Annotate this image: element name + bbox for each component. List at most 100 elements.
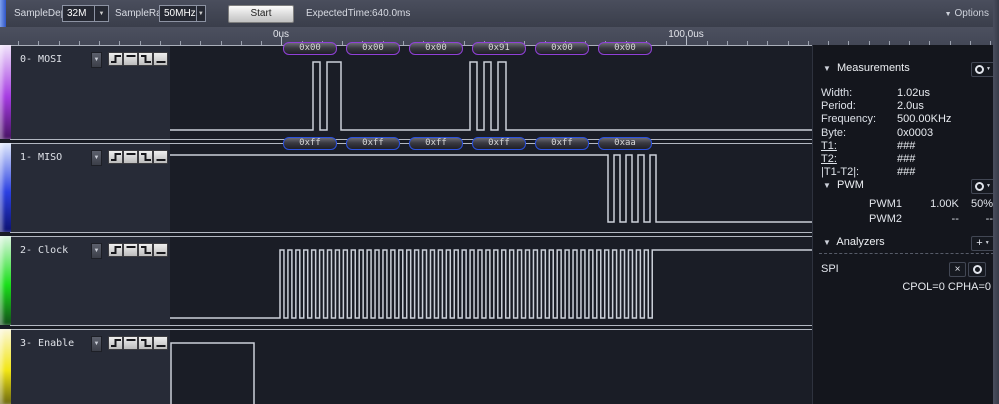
- miso-byte-annotation: 0xff: [535, 137, 589, 150]
- channel-label: 3- Enable: [20, 338, 75, 349]
- logic-analyzer-window: SampleDepth 32M ▼ SampleRate 50MHz ▼ Sta…: [0, 0, 999, 404]
- low-level-icon: [156, 345, 165, 347]
- high-level-icon: [126, 55, 135, 57]
- channel-options-button[interactable]: ▼: [91, 52, 102, 68]
- high-level-icon: [126, 246, 135, 248]
- measurements-rows: Width: 1.02us Period: 2.0us Frequency: 500.00…: [821, 86, 994, 179]
- high-level-icon: [126, 339, 135, 341]
- measurement-value: ###: [897, 166, 916, 179]
- trigger-high-level-button[interactable]: [123, 150, 138, 164]
- sample-depth-dropdown[interactable]: 32M ▼: [62, 5, 109, 22]
- trigger-falling-edge-button[interactable]: [138, 150, 153, 164]
- measurement-row: T1: ###: [821, 139, 994, 152]
- trigger-rising-edge-button[interactable]: [108, 52, 123, 66]
- start-button[interactable]: Start: [228, 5, 294, 23]
- trigger-low-level-button[interactable]: [153, 336, 168, 350]
- trigger-high-level-button[interactable]: [123, 52, 138, 66]
- falling-edge-icon: [140, 339, 151, 347]
- channel-separator: [10, 232, 812, 237]
- trigger-rising-edge-button[interactable]: [108, 336, 123, 350]
- trace-enable: [170, 342, 255, 404]
- close-icon: ×: [954, 264, 961, 275]
- spi-settings-button[interactable]: [968, 262, 986, 277]
- spi-analyzer-label: SPI: [821, 263, 839, 275]
- chevron-down-icon: ▼: [984, 240, 990, 246]
- trigger-falling-edge-button[interactable]: [138, 336, 153, 350]
- measurement-row: T2: ###: [821, 152, 994, 165]
- miso-byte-annotation: 0xff: [409, 137, 463, 150]
- measurement-value: 1.02us: [897, 86, 931, 99]
- spi-remove-button[interactable]: ×: [949, 262, 966, 277]
- channel-color-stripe: [0, 236, 11, 325]
- measurements-panel: ▼ Measurements ▼ Width: 1.02us Period: 2.0u…: [812, 45, 999, 404]
- options-button[interactable]: ▼ Options: [945, 8, 989, 19]
- trigger-low-level-button[interactable]: [153, 243, 168, 257]
- trigger-rising-edge-button[interactable]: [108, 150, 123, 164]
- trigger-high-level-button[interactable]: [123, 243, 138, 257]
- pwm-name: PWM2: [869, 212, 902, 225]
- pwm-frequency-value: --: [951, 212, 959, 225]
- measurement-value: 500.00KHz: [897, 113, 952, 126]
- gear-icon: [972, 265, 982, 274]
- window-accent-bar: [0, 0, 6, 27]
- channel-options-button[interactable]: ▼: [91, 243, 102, 259]
- rising-edge-icon: [110, 153, 121, 161]
- vertical-scrollbar[interactable]: [993, 0, 999, 404]
- measurement-row: Period: 2.0us: [821, 99, 994, 112]
- measurement-value: ###: [897, 139, 916, 152]
- pwm-row: PWM1 1.00K 50%: [821, 197, 993, 212]
- pwm-settings-button[interactable]: ▼: [971, 179, 995, 194]
- measurement-row: Byte: 0x0003: [821, 126, 994, 139]
- measurements-title: Measurements: [836, 62, 910, 74]
- measurement-label: Width:: [821, 86, 853, 99]
- pwm-frequency-value: 1.00K: [930, 198, 959, 211]
- trigger-rising-edge-button[interactable]: [108, 243, 123, 257]
- chevron-down-icon: ▼: [94, 6, 108, 21]
- chevron-down-icon: ▼: [93, 341, 100, 347]
- pwm-duty-value: 50%: [970, 198, 993, 211]
- channel-label: 0- MOSI: [20, 54, 63, 65]
- sample-rate-dropdown[interactable]: 50MHz ▼: [159, 5, 206, 22]
- sample-depth-value: 32M: [67, 8, 87, 19]
- ruler-time-label: 0us: [272, 29, 290, 40]
- divider: [819, 253, 994, 254]
- measurements-settings-button[interactable]: ▼: [971, 62, 995, 77]
- measurement-label[interactable]: T1:: [821, 140, 897, 152]
- channel-options-button[interactable]: ▼: [91, 336, 102, 352]
- trigger-falling-edge-button[interactable]: [138, 52, 153, 66]
- waveform-canvas[interactable]: [170, 45, 812, 404]
- chevron-down-icon: ▼: [195, 6, 205, 21]
- chevron-down-icon: ▼: [986, 183, 991, 189]
- mosi-byte-annotation: 0x91: [472, 42, 526, 55]
- trigger-low-level-button[interactable]: [153, 150, 168, 164]
- low-level-icon: [156, 252, 165, 254]
- falling-edge-icon: [140, 246, 151, 254]
- miso-byte-annotation: 0xff: [346, 137, 400, 150]
- analyzers-header[interactable]: ▼ Analyzers: [823, 236, 885, 248]
- channel-options-button[interactable]: ▼: [91, 150, 102, 166]
- toolbar: SampleDepth 32M ▼ SampleRate 50MHz ▼ Sta…: [0, 0, 999, 27]
- measurements-header[interactable]: ▼ Measurements: [823, 62, 910, 74]
- pwm-duty-value: --: [985, 212, 993, 225]
- channel-color-stripe: [0, 45, 11, 139]
- expected-time-value: 640.0ms: [372, 8, 411, 19]
- pwm-title: PWM: [836, 179, 864, 191]
- measurement-label: Byte:: [821, 126, 847, 139]
- mosi-byte-annotation: 0x00: [598, 42, 652, 55]
- ruler-time-label: 100.0us: [668, 29, 704, 40]
- trigger-falling-edge-button[interactable]: [138, 243, 153, 257]
- plus-icon: +: [976, 237, 983, 249]
- analyzers-title: Analyzers: [836, 236, 885, 248]
- measurement-label: Period:: [821, 99, 856, 112]
- channel-label: 2- Clock: [20, 245, 69, 256]
- pwm-header[interactable]: ▼ PWM: [823, 179, 864, 191]
- measurement-value: ###: [897, 153, 916, 166]
- channel-header-column: [10, 45, 170, 404]
- measurement-label[interactable]: T2:: [821, 153, 897, 165]
- trigger-low-level-button[interactable]: [153, 52, 168, 66]
- trigger-high-level-button[interactable]: [123, 336, 138, 350]
- measurement-value: 2.0us: [897, 99, 924, 112]
- rising-edge-icon: [110, 55, 121, 63]
- gear-icon: [975, 182, 985, 191]
- add-analyzer-button[interactable]: + ▼: [971, 236, 995, 251]
